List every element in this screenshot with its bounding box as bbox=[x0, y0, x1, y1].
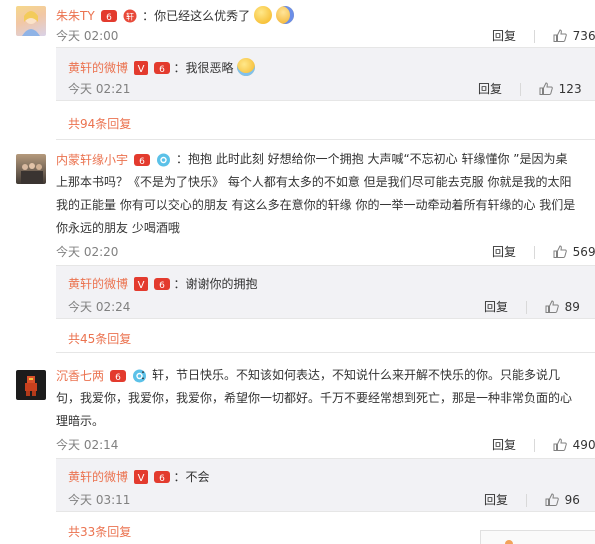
vip-badge-icon: 6 bbox=[100, 9, 117, 27]
comment-text: ：抱抱 此时此刻 好想给你一个拥抱 大声喊“不忘初心 轩缘懂你 ”是因为桌上那本… bbox=[56, 152, 576, 235]
divider bbox=[56, 100, 595, 101]
reply-username[interactable]: 黄轩的微博 bbox=[68, 277, 128, 291]
comment-text: ：轩，节日快乐。不知该如何表达，不知说什么来开解不快乐的你。只能多说几句，我爱你… bbox=[56, 368, 573, 428]
reply-username[interactable]: 黄轩的微博 bbox=[68, 61, 128, 75]
reply-actions: 回复 123 bbox=[478, 80, 582, 98]
svg-text:V: V bbox=[137, 64, 144, 75]
comment-time: 今天 02:14 bbox=[56, 438, 119, 452]
verified-icon: V bbox=[133, 277, 148, 295]
reply-actions: 回复 89 bbox=[484, 298, 580, 316]
divider bbox=[525, 494, 527, 507]
vip-badge-icon: 6 bbox=[153, 470, 170, 488]
comment-item: 沉香七两 6 ：轩，节日快乐。不知该如何表达，不知说什么来开解不快乐的你。只能多… bbox=[0, 364, 595, 543]
reply-time: 今天 02:21 bbox=[68, 82, 131, 96]
reply-button[interactable]: 回复 bbox=[478, 82, 502, 96]
verified-icon: V bbox=[133, 61, 148, 79]
svg-text:V: V bbox=[137, 473, 144, 484]
avatar[interactable] bbox=[16, 154, 46, 184]
like-count: 736 bbox=[572, 29, 595, 43]
like-icon[interactable] bbox=[553, 244, 567, 261]
reply-username[interactable]: 黄轩的微博 bbox=[68, 470, 128, 484]
comment-text: ：你已经这么优秀了 bbox=[142, 9, 251, 23]
divider bbox=[56, 511, 595, 512]
svg-text:6: 6 bbox=[106, 13, 112, 23]
reply-button[interactable]: 回复 bbox=[492, 29, 516, 43]
divider bbox=[533, 30, 535, 43]
reply-button[interactable]: 回复 bbox=[484, 493, 508, 507]
divider bbox=[519, 83, 521, 96]
floating-panel[interactable] bbox=[480, 530, 595, 544]
crescent-emoji-icon bbox=[275, 6, 294, 24]
like-icon[interactable] bbox=[553, 28, 567, 45]
view-more-replies-link[interactable]: 共33条回复 bbox=[68, 523, 131, 540]
avatar[interactable] bbox=[16, 370, 46, 400]
reply-button[interactable]: 回复 bbox=[492, 245, 516, 259]
divider bbox=[56, 139, 595, 140]
comment-item: 内蒙轩缘小宇 6 ：抱抱 此时此刻 好想给你一个拥抱 大声喊“不忘初心 轩缘懂你… bbox=[0, 148, 595, 358]
reply-button[interactable]: 回复 bbox=[484, 300, 508, 314]
like-icon[interactable] bbox=[545, 299, 559, 316]
divider bbox=[533, 439, 535, 452]
angry-emoji-icon bbox=[254, 6, 272, 24]
svg-text:6: 6 bbox=[159, 65, 165, 75]
crying-emoji-icon bbox=[237, 58, 256, 76]
sub-reply: 黄轩的微博 V 6 ：我很恶略 今天 02:21 回复 123 bbox=[56, 48, 595, 100]
divider bbox=[56, 318, 595, 319]
like-icon[interactable] bbox=[545, 492, 559, 509]
sub-reply: 黄轩的微博 V 6 ：谢谢你的拥抱 今天 02:24 回复 89 bbox=[56, 266, 595, 318]
like-count: 490 bbox=[572, 438, 595, 452]
reply-time: 今天 03:11 bbox=[68, 493, 131, 507]
view-more-replies-link[interactable]: 共45条回复 bbox=[68, 330, 131, 347]
comment-actions: 回复 569 bbox=[492, 243, 595, 261]
comment-time: 今天 02:20 bbox=[56, 245, 119, 259]
reply-button[interactable]: 回复 bbox=[492, 438, 516, 452]
reply-text: ：不会 bbox=[173, 470, 210, 484]
like-count: 123 bbox=[558, 82, 582, 96]
view-more-replies-link[interactable]: 共94条回复 bbox=[68, 115, 131, 132]
verified-icon: V bbox=[133, 470, 148, 488]
like-icon[interactable] bbox=[539, 81, 553, 98]
svg-text:6: 6 bbox=[159, 474, 165, 484]
divider bbox=[525, 301, 527, 314]
comment-time: 今天 02:00 bbox=[56, 29, 119, 43]
svg-text:V: V bbox=[137, 280, 144, 291]
vip-badge-icon: 6 bbox=[153, 277, 170, 295]
avatar[interactable] bbox=[16, 6, 46, 36]
reply-text: ：我很恶略 bbox=[173, 61, 234, 75]
reply-time: 今天 02:24 bbox=[68, 300, 131, 314]
reply-text: ：谢谢你的拥抱 bbox=[173, 277, 258, 291]
reply-actions: 回复 96 bbox=[484, 491, 580, 509]
divider bbox=[533, 246, 535, 259]
comment-username[interactable]: 朱朱TY bbox=[56, 9, 95, 23]
vip-badge-icon: 6 bbox=[153, 61, 170, 79]
divider bbox=[56, 352, 595, 353]
like-count: 569 bbox=[572, 245, 595, 259]
svg-text:轩: 轩 bbox=[126, 12, 134, 22]
svg-text:6: 6 bbox=[159, 281, 165, 291]
comment-actions: 回复 736 bbox=[492, 27, 595, 45]
comment-actions: 回复 490 bbox=[492, 436, 595, 454]
like-icon[interactable] bbox=[553, 437, 567, 454]
sub-reply: 黄轩的微博 V 6 ：不会 今天 03:11 回复 96 bbox=[56, 459, 595, 511]
comment-item: 朱朱TY 6 轩 ：你已经这么优秀了 今天 02:00 回复 736 黄轩的微博… bbox=[0, 0, 595, 140]
like-count: 89 bbox=[564, 300, 580, 314]
panel-icon bbox=[505, 540, 513, 544]
medal-icon: 轩 bbox=[122, 9, 138, 27]
like-count: 96 bbox=[564, 493, 580, 507]
